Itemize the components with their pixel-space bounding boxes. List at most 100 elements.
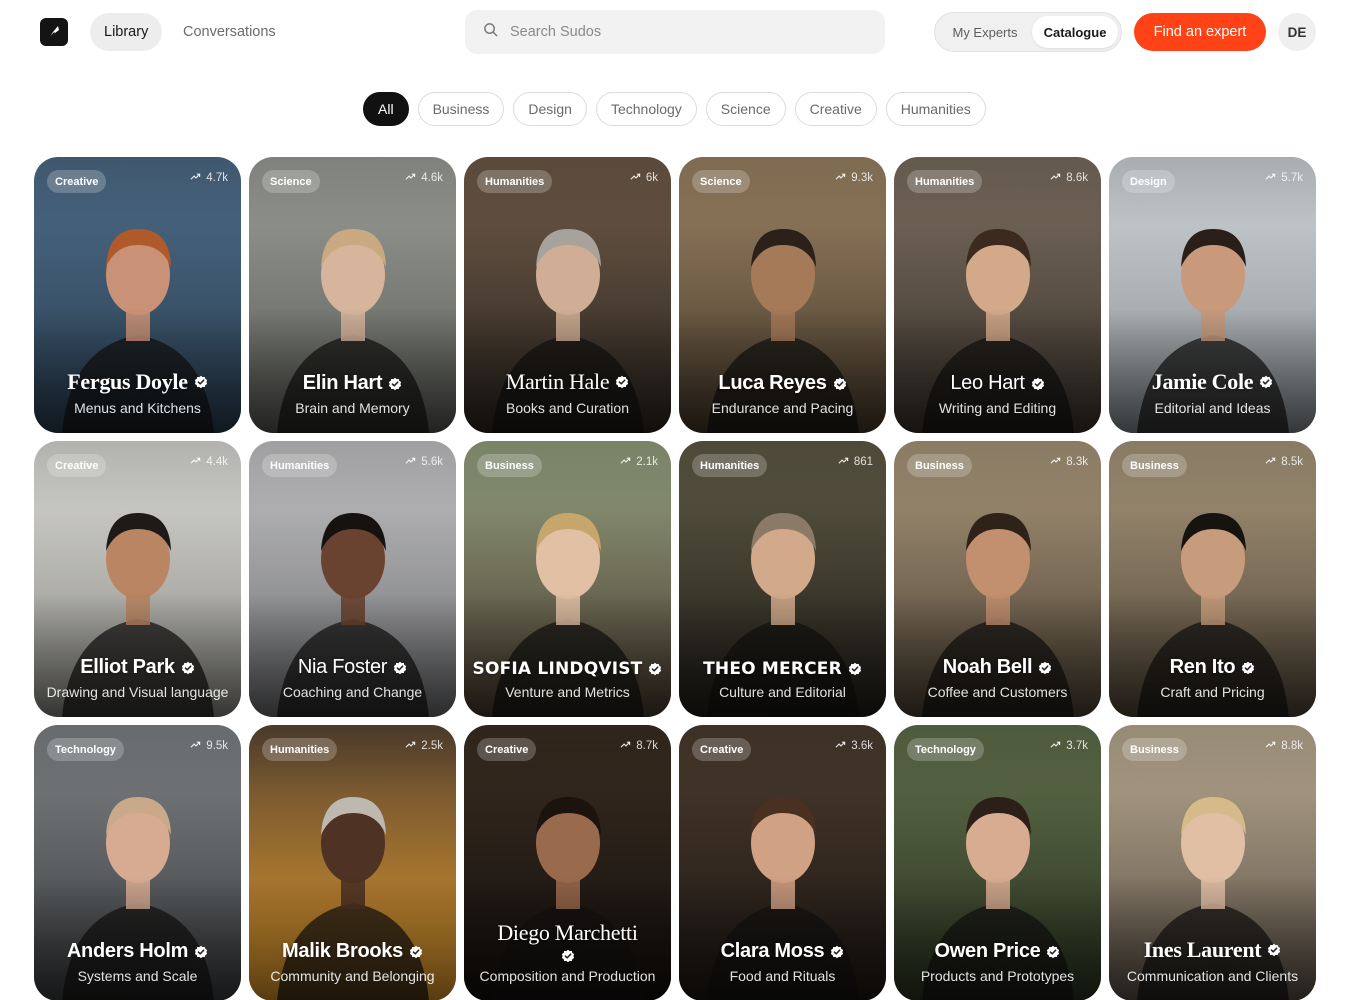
expert-card[interactable]: Humanities 861 THEO MERCER Culture and Edit… <box>679 441 886 717</box>
expert-info: Nia Foster Coaching and Change <box>249 656 456 700</box>
popularity-count: 8.8k <box>1281 740 1303 752</box>
popularity-count: 4.4k <box>206 456 228 468</box>
expert-name: Ines Laurent <box>1143 937 1262 962</box>
popularity-stat: 8.5k <box>1265 455 1303 469</box>
expert-info: Jamie Cole Editorial and Ideas <box>1109 369 1316 416</box>
filter-chip-science[interactable]: Science <box>705 92 786 126</box>
filter-chip-humanities[interactable]: Humanities <box>885 92 986 126</box>
popularity-count: 6k <box>645 172 658 184</box>
expert-name-row: Jamie Cole <box>1109 369 1316 395</box>
expert-card[interactable]: Creative 4.7k Fergus Doyle Menus and Kitche… <box>34 157 241 433</box>
popularity-stat: 9.3k <box>835 171 873 185</box>
expert-card[interactable]: Science 4.6k Elin Hart Brain and Memory <box>249 157 456 433</box>
feather-logo-icon[interactable] <box>40 18 68 46</box>
trending-up-icon <box>1265 171 1276 185</box>
category-badge: Science <box>262 170 320 193</box>
search-icon <box>483 22 510 42</box>
my-experts-toggle[interactable]: My Experts <box>938 16 1032 48</box>
trending-up-icon <box>190 455 201 469</box>
expert-info: Martin Hale Books and Curation <box>464 369 671 416</box>
expert-card[interactable]: Creative 8.7k Diego Marchetti Composition a… <box>464 725 671 1000</box>
verified-badge-icon <box>648 662 662 676</box>
expert-card[interactable]: Humanities 2.5k Malik Brooks Community and … <box>249 725 456 1000</box>
trending-up-icon <box>1265 739 1276 753</box>
popularity-stat: 861 <box>838 455 873 469</box>
expert-card[interactable]: Business 8.3k Noah Bell Coffee and Customer… <box>894 441 1101 717</box>
trending-up-icon <box>1050 171 1061 185</box>
user-avatar[interactable]: DE <box>1278 13 1316 51</box>
expert-card[interactable]: Creative 3.6k Clara Moss Food and Rituals <box>679 725 886 1000</box>
expert-info: Diego Marchetti Composition and Productio… <box>464 920 671 984</box>
popularity-stat: 5.6k <box>405 455 443 469</box>
expert-info: Fergus Doyle Menus and Kitchens <box>34 369 241 416</box>
expert-card[interactable]: Technology 9.5k Anders Holm Systems and Sca… <box>34 725 241 1000</box>
expert-grid: Creative 4.7k Fergus Doyle Menus and Kitche… <box>34 157 1316 1000</box>
trending-up-icon <box>630 171 641 185</box>
filter-chip-all[interactable]: All <box>363 92 409 126</box>
popularity-count: 4.6k <box>421 172 443 184</box>
filter-chip-business[interactable]: Business <box>417 92 505 126</box>
expert-subtitle: Community and Belonging <box>270 968 435 984</box>
popularity-stat: 8.3k <box>1050 455 1088 469</box>
category-badge: Creative <box>692 738 752 761</box>
expert-name-row: Luca Reyes <box>679 372 886 395</box>
expert-name: THEO MERCER <box>703 659 842 679</box>
nav-tab-library[interactable]: Library <box>90 13 163 51</box>
expert-subtitle: Craft and Pricing <box>1160 684 1265 700</box>
expert-subtitle: Coffee and Customers <box>927 684 1068 700</box>
verified-badge-icon <box>388 377 402 391</box>
expert-subtitle: Menus and Kitchens <box>74 400 201 416</box>
search-input[interactable] <box>510 24 850 40</box>
filter-chip-creative[interactable]: Creative <box>794 92 877 126</box>
expert-card[interactable]: Science 9.3k Luca Reyes Endurance and Pacin… <box>679 157 886 433</box>
expert-name-row: Martin Hale <box>464 369 671 395</box>
expert-info: Noah Bell Coffee and Customers <box>894 656 1101 700</box>
search-bar[interactable] <box>465 10 885 54</box>
expert-subtitle: Systems and Scale <box>77 968 198 984</box>
expert-info: SOFIA LINDQVIST Venture and Metrics <box>464 659 671 700</box>
category-badge: Humanities <box>477 170 553 193</box>
catalogue-toggle[interactable]: Catalogue <box>1032 16 1118 48</box>
filter-chip-design[interactable]: Design <box>513 92 587 126</box>
expert-name-row: THEO MERCER <box>679 659 886 679</box>
expert-info: Elliot Park Drawing and Visual language <box>34 656 241 700</box>
filter-chip-technology[interactable]: Technology <box>595 92 697 126</box>
popularity-stat: 5.7k <box>1265 171 1303 185</box>
expert-card[interactable]: Technology 3.7k Owen Price Products and Pro… <box>894 725 1101 1000</box>
verified-badge-icon <box>1267 943 1281 957</box>
category-badge: Humanities <box>692 454 768 477</box>
verified-badge-icon <box>194 945 208 959</box>
expert-card[interactable]: Humanities 8.6k Leo Hart Writing and Editin… <box>894 157 1101 433</box>
expert-name-row: Malik Brooks <box>249 940 456 963</box>
expert-card[interactable]: Design 5.7k Jamie Cole Editorial and Ideas <box>1109 157 1316 433</box>
expert-subtitle: Products and Prototypes <box>920 968 1075 984</box>
nav-tab-conversations[interactable]: Conversations <box>169 13 290 51</box>
expert-subtitle: Culture and Editorial <box>719 684 846 700</box>
expert-name-row: Diego Marchetti <box>464 920 671 963</box>
trending-up-icon <box>1050 455 1061 469</box>
find-expert-button[interactable]: Find an expert <box>1134 13 1266 51</box>
expert-info: Owen Price Products and Prototypes <box>894 940 1101 984</box>
verified-badge-icon <box>393 661 407 675</box>
expert-subtitle: Venture and Metrics <box>505 684 630 700</box>
popularity-stat: 3.7k <box>1050 739 1088 753</box>
popularity-count: 8.7k <box>636 740 658 752</box>
expert-card[interactable]: Creative 4.4k Elliot Park Drawing and Visua… <box>34 441 241 717</box>
expert-card[interactable]: Business 2.1k SOFIA LINDQVIST Venture and M… <box>464 441 671 717</box>
category-badge: Humanities <box>262 454 338 477</box>
expert-card[interactable]: Business 8.5k Ren Ito Craft and Pricing <box>1109 441 1316 717</box>
expert-card[interactable]: Humanities 6k Martin Hale Books and Curatio… <box>464 157 671 433</box>
expert-card[interactable]: Humanities 5.6k Nia Foster Coaching and Cha… <box>249 441 456 717</box>
trending-up-icon <box>1050 739 1061 753</box>
category-badge: Business <box>1122 738 1187 761</box>
expert-name-row: Ines Laurent <box>1109 937 1316 963</box>
category-badge: Creative <box>47 170 107 193</box>
category-badge: Business <box>1122 454 1187 477</box>
view-toggle: My Experts Catalogue <box>934 12 1122 52</box>
popularity-count: 2.5k <box>421 740 443 752</box>
popularity-count: 8.3k <box>1066 456 1088 468</box>
verified-badge-icon <box>833 377 847 391</box>
expert-name-row: Owen Price <box>894 940 1101 963</box>
trending-up-icon <box>405 171 416 185</box>
expert-card[interactable]: Business 8.8k Ines Laurent Communication an… <box>1109 725 1316 1000</box>
